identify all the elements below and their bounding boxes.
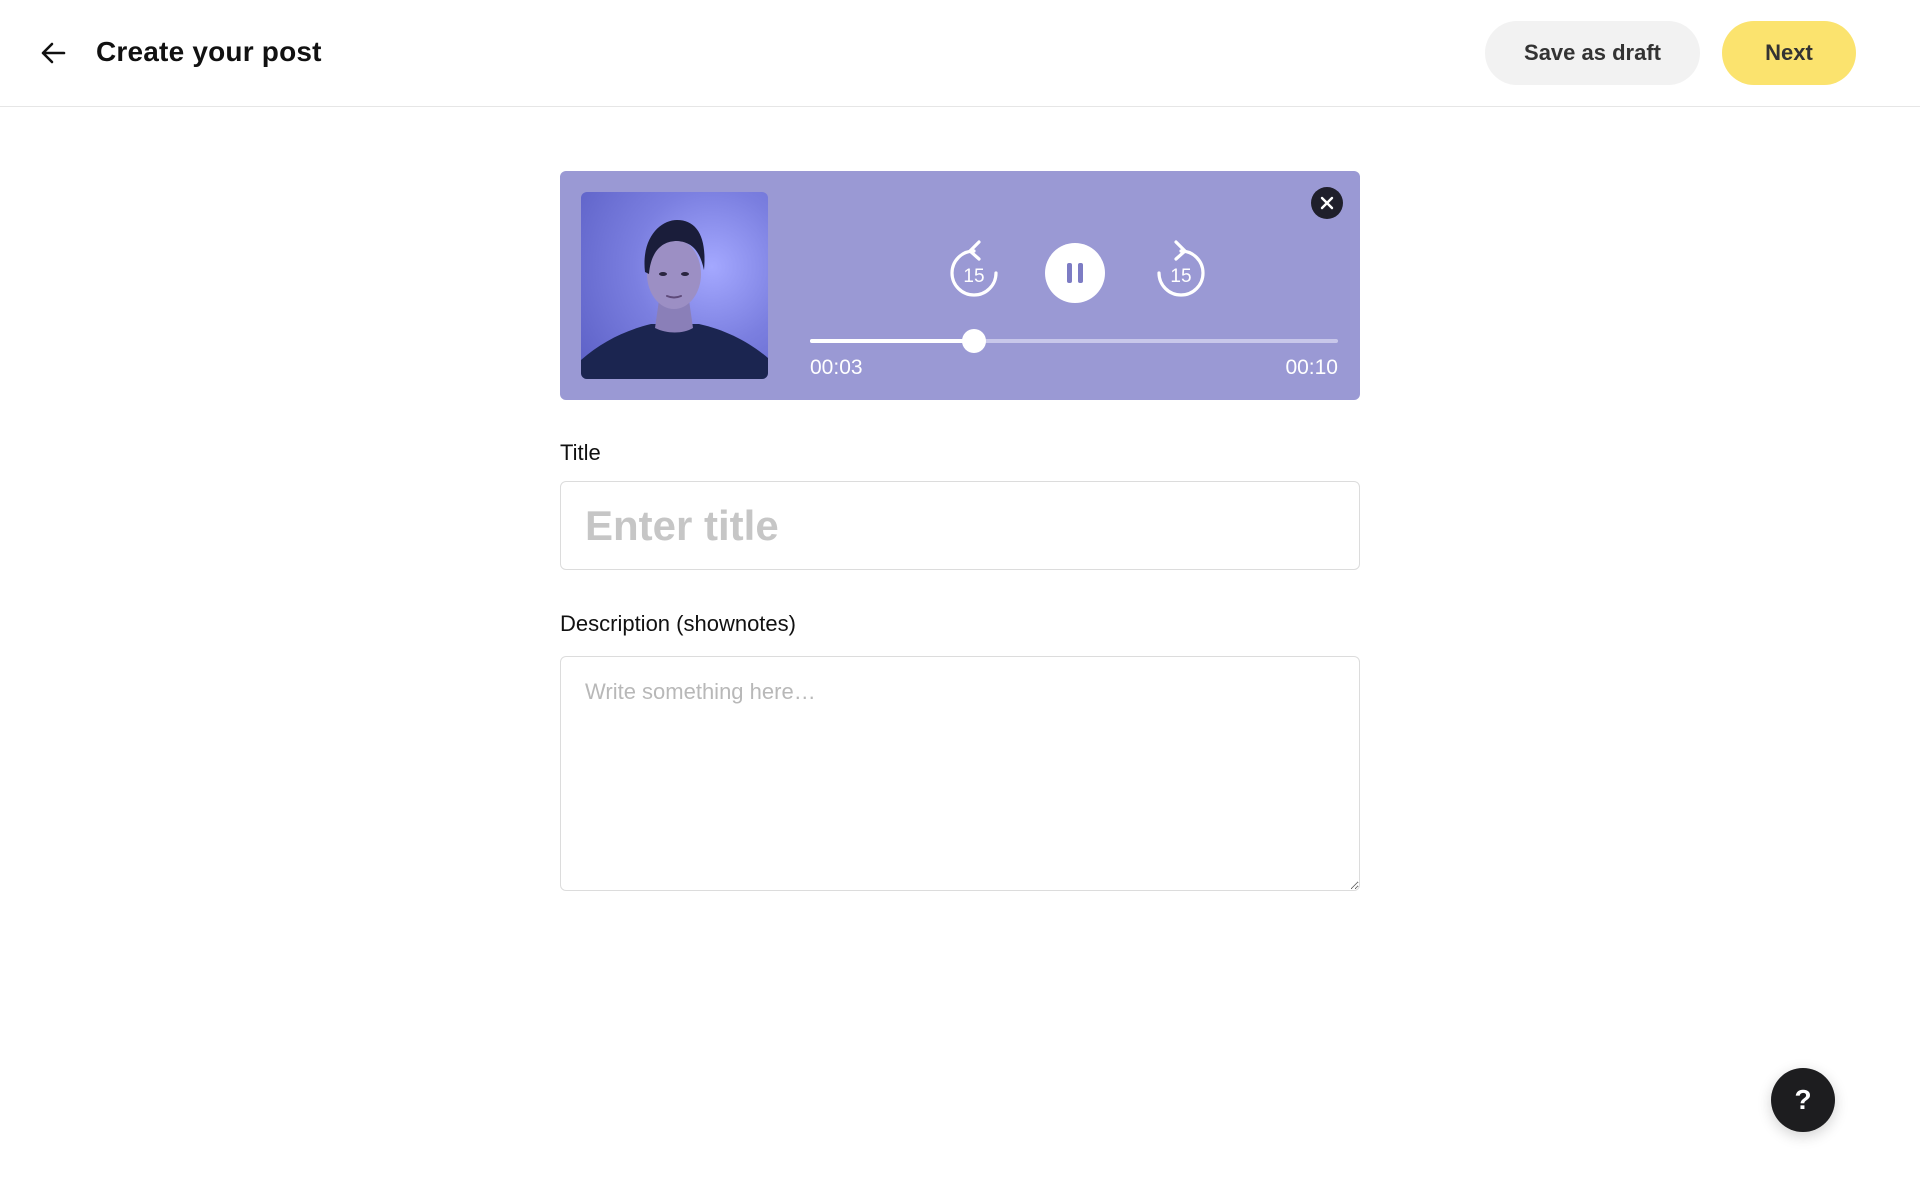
help-button[interactable]: ?	[1771, 1068, 1835, 1132]
forward-seconds: 15	[1170, 266, 1191, 287]
audio-player: 15 15 00:03 00:10	[560, 171, 1360, 400]
progress-thumb[interactable]	[961, 329, 986, 353]
progress-fill	[810, 339, 974, 343]
help-icon: ?	[1794, 1084, 1812, 1115]
page-title: Create your post	[96, 36, 322, 67]
description-label: Description (shownotes)	[560, 611, 796, 636]
current-time: 00:03	[810, 356, 863, 379]
close-player-button[interactable]	[1311, 187, 1343, 219]
rewind-15-icon: 15	[950, 240, 998, 297]
forward-15-icon: 15	[1157, 240, 1205, 297]
portrait-illustration	[581, 220, 768, 379]
pause-button[interactable]	[1045, 243, 1105, 303]
back-button[interactable]	[33, 33, 73, 73]
title-input[interactable]	[560, 481, 1360, 570]
pause-icon	[1067, 263, 1083, 283]
description-textarea[interactable]	[560, 656, 1360, 891]
close-icon	[1320, 196, 1334, 210]
save-as-draft-button[interactable]: Save as draft	[1485, 21, 1700, 85]
next-button[interactable]: Next	[1722, 21, 1856, 85]
cover-image	[581, 192, 768, 379]
rewind-15-button[interactable]: 15	[944, 237, 1004, 301]
title-label: Title	[560, 440, 601, 465]
rewind-seconds: 15	[963, 266, 984, 287]
top-bar: Create your post Save as draft Next	[0, 0, 1920, 107]
forward-15-button[interactable]: 15	[1151, 237, 1211, 301]
total-time: 00:10	[1285, 356, 1338, 379]
progress-slider[interactable]	[810, 329, 1338, 353]
arrow-left-icon	[41, 42, 66, 64]
